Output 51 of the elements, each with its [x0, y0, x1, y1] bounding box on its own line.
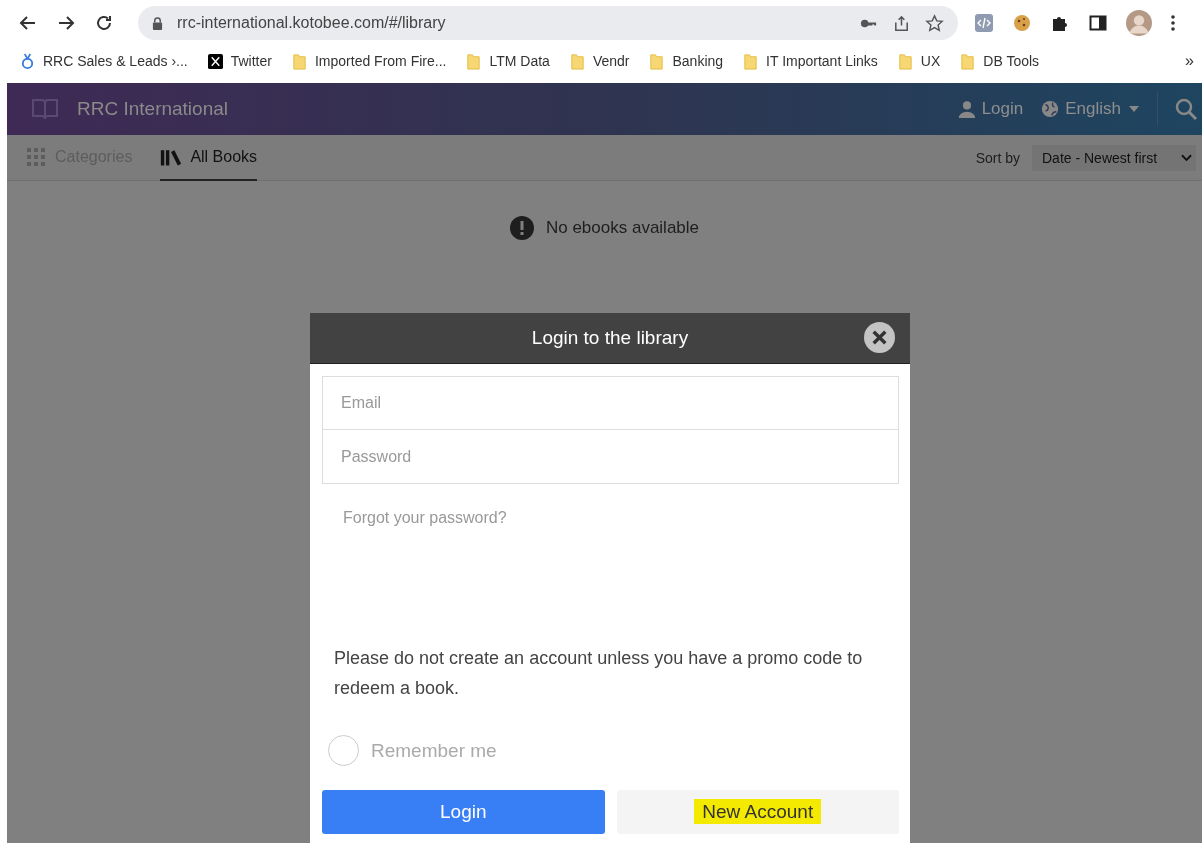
url-text: rrc-international.kotobee.com/#/library [177, 14, 447, 32]
caret-icon [1129, 106, 1139, 112]
user-icon [957, 100, 976, 118]
app-title: RRC International [77, 98, 229, 120]
more-bookmarks[interactable]: » [1185, 52, 1194, 70]
chevron-icon [1181, 153, 1192, 162]
bookmark-item[interactable]: LTM Data [466, 52, 550, 70]
globe-icon [1041, 100, 1060, 118]
folder-icon [649, 52, 665, 70]
password-field[interactable]: Password [322, 430, 899, 484]
dialog-title: Login to the library [531, 327, 689, 349]
address-bar[interactable]: rrc-international.kotobee.com/#/library [138, 6, 958, 40]
share-icon[interactable] [892, 13, 911, 33]
remember-me-checkbox[interactable] [328, 735, 359, 766]
folder-icon [897, 52, 913, 70]
side-panel-icon[interactable] [1088, 13, 1108, 33]
bookmark-item[interactable]: IT Important Links [743, 52, 878, 70]
new-account-button[interactable]: New Account [616, 790, 899, 834]
search-icon[interactable] [1174, 97, 1198, 121]
bookmark-item[interactable]: UX [897, 52, 941, 70]
cookie-icon[interactable] [1012, 13, 1032, 33]
folder-icon [960, 52, 976, 70]
email-field[interactable]: Email [322, 376, 899, 430]
info-icon [509, 216, 534, 240]
remember-me-label: Remember me [371, 739, 497, 762]
bookmark-item[interactable]: RRC Sales & Leads ›... [20, 52, 188, 70]
login-button[interactable]: Login [322, 790, 605, 834]
star-icon[interactable] [925, 13, 944, 33]
folder-icon [743, 52, 759, 70]
account-notice: Please do not create an account unless you have a promo code to redeem a book. [334, 647, 864, 700]
bookmark-item[interactable]: Twitter [207, 52, 272, 70]
folder-icon [466, 52, 482, 70]
close-icon[interactable] [864, 322, 895, 353]
bookmark-item[interactable]: DB Tools [960, 52, 1040, 70]
menu-icon[interactable] [1170, 13, 1176, 33]
ring-icon [20, 52, 35, 70]
sort-dropdown[interactable]: Date - Newest first [1032, 144, 1196, 171]
avatar-icon[interactable] [1126, 10, 1152, 36]
x-logo-icon [207, 52, 223, 70]
reload-icon[interactable] [94, 13, 114, 33]
folder-icon [291, 52, 307, 70]
book-icon [31, 97, 59, 121]
bookmark-item[interactable]: Banking [649, 52, 724, 70]
bookmark-item[interactable]: Vendr [569, 52, 630, 70]
bookmark-item[interactable]: Imported From Fire... [291, 52, 447, 70]
empty-message: No ebooks available [545, 218, 700, 238]
sort-label: Sort by [975, 149, 1020, 166]
folder-icon [569, 52, 585, 70]
grid-icon [25, 146, 47, 167]
code-extension-icon[interactable] [974, 13, 994, 33]
lock-icon [152, 16, 163, 30]
